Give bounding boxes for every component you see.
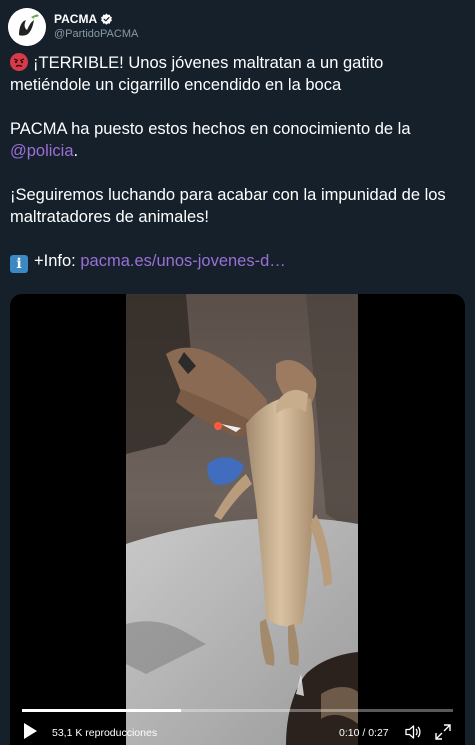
tweet-line-3: ¡Seguiremos luchando para acabar con la …	[10, 186, 446, 226]
tweet-paragraph-2: PACMA ha puesto estos hechos en conocimi…	[10, 118, 468, 162]
tweet-header: PACMA @PartidoPACMA	[8, 8, 138, 46]
tweet-paragraph-3: ¡Seguiremos luchando para acabar con la …	[10, 184, 468, 228]
info-label: +Info:	[34, 252, 76, 270]
video-controls: 53,1 K reproducciones 0:10 / 0:27	[10, 705, 465, 745]
account-handle[interactable]: @PartidoPACMA	[54, 27, 138, 42]
info-link[interactable]: pacma.es/unos-jovenes-d…	[80, 252, 285, 270]
video-time: 0:10 / 0:27	[339, 727, 389, 739]
avatar[interactable]	[8, 8, 46, 46]
progress-bar[interactable]	[22, 709, 453, 712]
mention-suffix: .	[73, 142, 79, 160]
video-player[interactable]: 53,1 K reproducciones 0:10 / 0:27	[10, 294, 465, 745]
duration: 0:27	[368, 727, 389, 739]
tweet-paragraph-1: ¡TERRIBLE! Unos jóvenes maltratan a un g…	[10, 52, 468, 96]
view-count: 53,1 K reproducciones	[52, 727, 158, 739]
time-separator: /	[359, 727, 369, 739]
angry-face-emoji-icon	[10, 53, 28, 71]
volume-icon[interactable]	[404, 723, 422, 741]
progress-fill	[22, 709, 182, 712]
video-frame[interactable]	[126, 294, 358, 745]
tweet-text: ¡TERRIBLE! Unos jóvenes maltratan a un g…	[10, 52, 468, 273]
information-emoji-icon: i	[10, 255, 28, 273]
display-name[interactable]: PACMA	[54, 12, 97, 27]
verified-badge-icon	[100, 13, 113, 26]
fullscreen-icon[interactable]	[434, 723, 452, 741]
name-row: PACMA	[54, 12, 138, 27]
account-names: PACMA @PartidoPACMA	[54, 12, 138, 42]
tweet-paragraph-4: i +Info: pacma.es/unos-jovenes-d…	[10, 250, 468, 273]
mention-link[interactable]: @policia	[10, 142, 74, 160]
tweet: PACMA @PartidoPACMA ¡TERRIBLE! Unos jóve…	[0, 0, 475, 745]
tweet-line-2: PACMA ha puesto estos hechos en conocimi…	[10, 120, 411, 138]
pacma-logo-icon	[8, 8, 46, 46]
video-frame-image	[126, 294, 358, 745]
play-icon[interactable]	[22, 722, 38, 740]
current-time: 0:10	[339, 727, 360, 739]
tweet-line-1: ¡TERRIBLE! Unos jóvenes maltratan a un g…	[10, 54, 384, 94]
